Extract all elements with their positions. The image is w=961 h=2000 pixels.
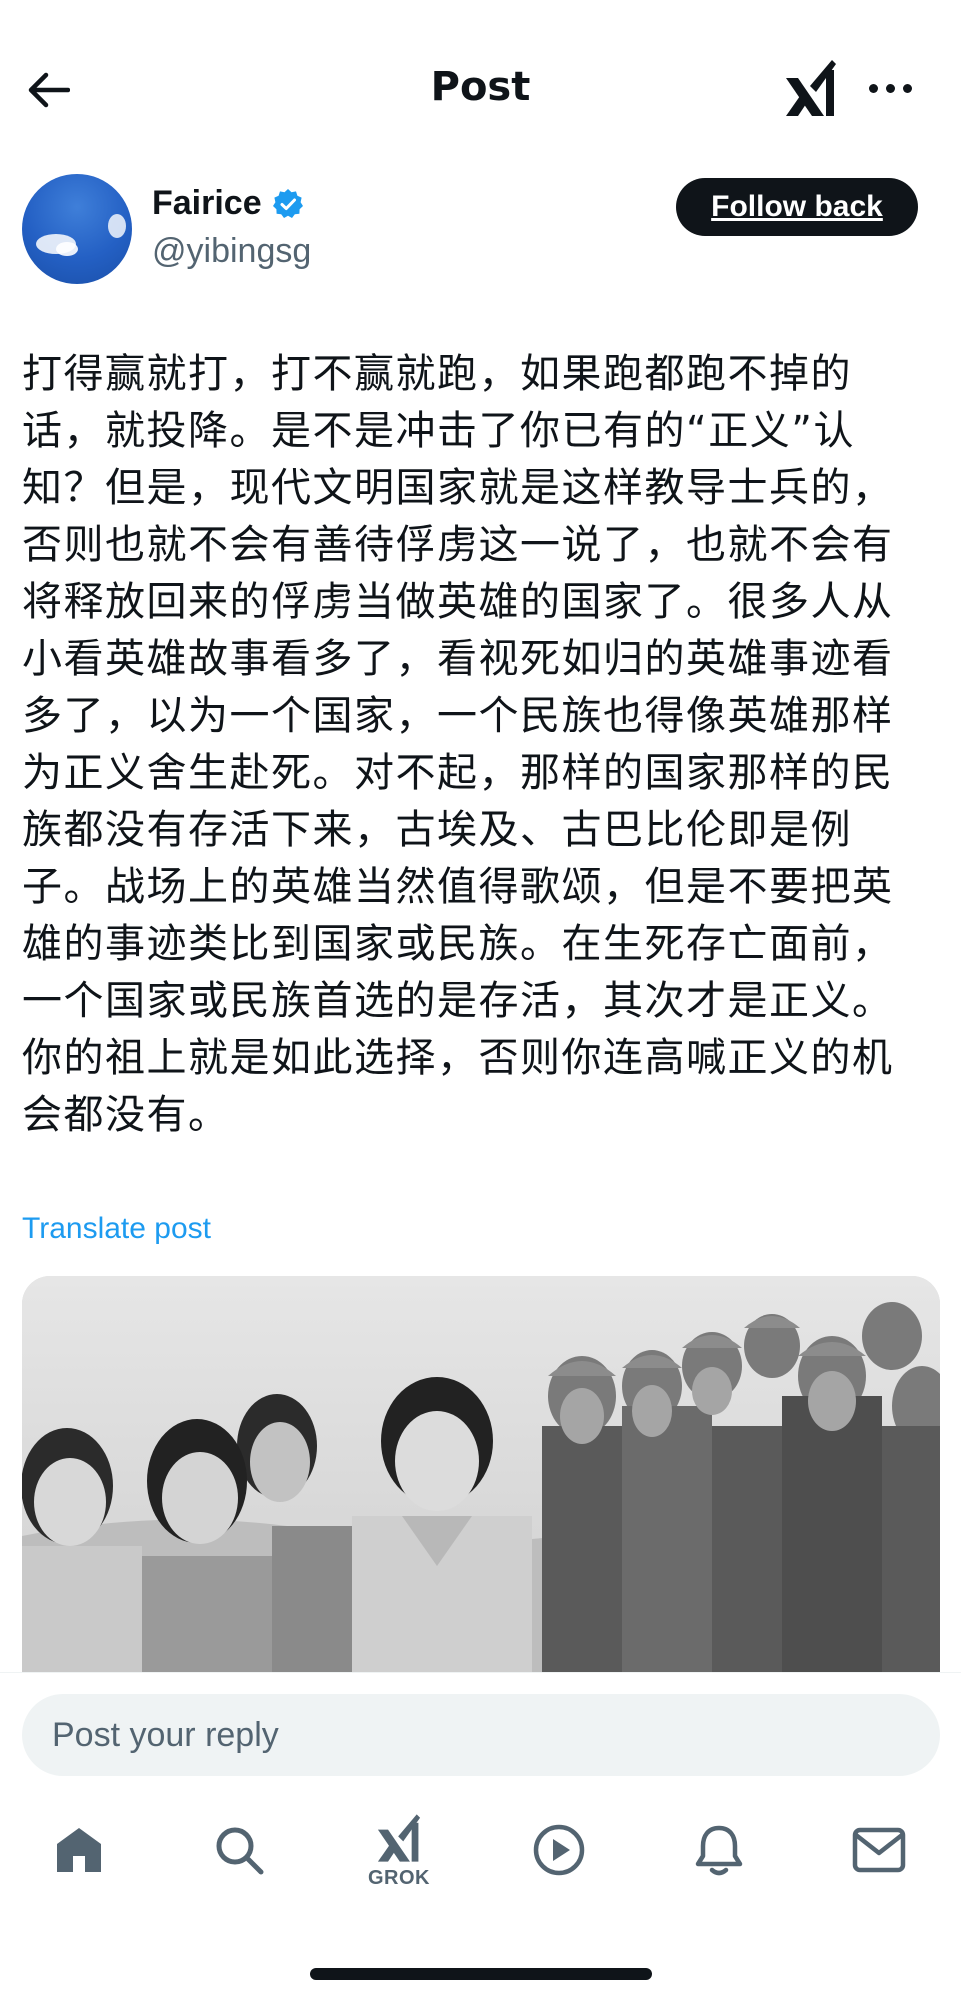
- author-name-link[interactable]: Fairice: [152, 184, 304, 223]
- more-button[interactable]: [860, 68, 920, 108]
- verified-badge-icon: [272, 188, 303, 218]
- author-handle: @yibingsg: [152, 232, 312, 270]
- reply-divider: [0, 1672, 961, 1673]
- xai-logo-icon: [786, 60, 836, 116]
- grok-label: GROK: [368, 1866, 430, 1889]
- top-bar: Post: [0, 0, 961, 170]
- avatar[interactable]: [22, 174, 132, 284]
- reply-placeholder: Post your reply: [52, 1715, 279, 1754]
- home-icon: [57, 1828, 101, 1872]
- home-indicator[interactable]: [310, 1968, 652, 1980]
- video-icon: [533, 1824, 585, 1876]
- bottom-nav: GROK: [0, 1800, 961, 1930]
- more-horizontal-icon: [868, 83, 878, 93]
- nav-messages[interactable]: [834, 1800, 924, 1900]
- translate-post-link[interactable]: Translate post: [22, 1212, 211, 1246]
- historical-photo-image: [22, 1276, 940, 1672]
- nav-notifications[interactable]: [674, 1800, 764, 1900]
- search-icon: [216, 1827, 264, 1875]
- nav-video[interactable]: [514, 1800, 604, 1900]
- post-image[interactable]: [22, 1276, 940, 1672]
- notifications-icon: [695, 1825, 743, 1876]
- nav-search[interactable]: [194, 1800, 284, 1900]
- nav-grok[interactable]: GROK: [354, 1800, 444, 1900]
- nav-home[interactable]: [34, 1800, 124, 1900]
- post-screen: Post Fairice @yibingsg Follow back 打得赢就打…: [0, 0, 961, 2000]
- post-text: 打得赢就打，打不赢就跑，如果跑都跑不掉的话，就投降。是不是冲击了你已有的“正义”…: [22, 351, 894, 1138]
- messages-icon: [852, 1827, 906, 1873]
- follow-back-button[interactable]: Follow back: [676, 178, 918, 236]
- grok-icon: [377, 1813, 421, 1862]
- author-name: Fairice: [152, 184, 262, 222]
- xai-logo-button[interactable]: [782, 56, 840, 120]
- reply-input[interactable]: Post your reply: [22, 1694, 940, 1776]
